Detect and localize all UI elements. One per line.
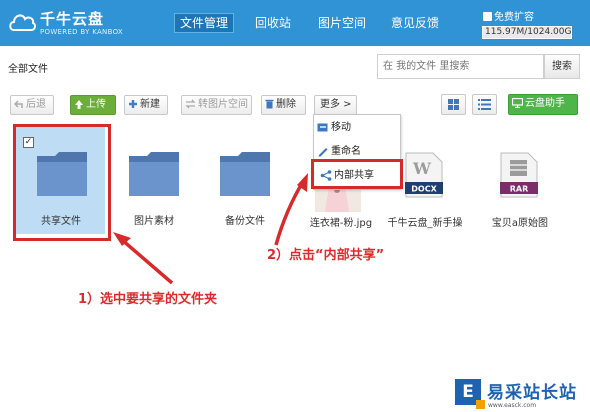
- annotation-step2: 2）点击“内部共享”: [267, 248, 385, 263]
- watermark-logo: E: [455, 379, 485, 409]
- arrow-line-step2: [274, 179, 306, 246]
- annotation-arrows: [113, 173, 308, 285]
- arrow-line-step1: [119, 237, 174, 285]
- watermark-url: www.easck.com: [488, 402, 537, 409]
- annotation-step1: 1）选中要共享的文件夹: [78, 292, 218, 307]
- watermark-title: 易采站长站: [487, 383, 577, 403]
- watermark: E 易采站长站 www.easck.com: [447, 377, 590, 412]
